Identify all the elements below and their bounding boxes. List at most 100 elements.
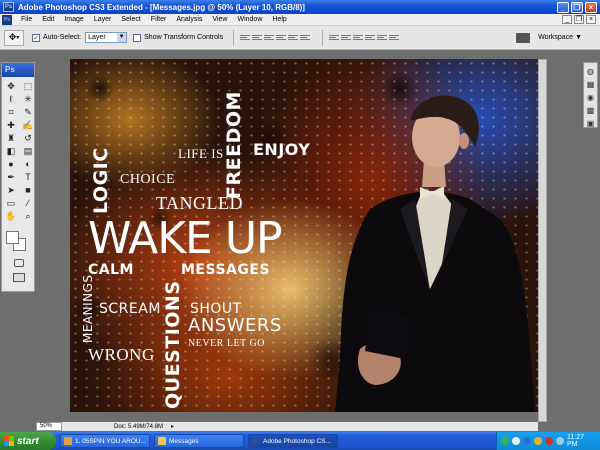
tray-icon-4[interactable] [534,437,542,445]
crop-icon[interactable]: ⌗ [4,106,18,118]
show-transform-checkbox[interactable]: Show Transform Controls [133,33,223,42]
show-transform-box [133,33,142,42]
distribute-buttons [329,33,400,43]
quick-mask-icon[interactable] [14,259,24,267]
doc-close-button[interactable]: × [586,15,596,24]
taskbar-item-label: 1. 05SPIN YOU AROU... [75,437,147,445]
doc-restore-button[interactable]: ❐ [574,15,584,24]
path-select-icon[interactable]: ➤ [4,184,18,196]
distribute-hcenter-icon[interactable] [377,33,388,43]
pen-icon[interactable]: ✒ [4,171,18,183]
tray-icon-1[interactable] [501,437,509,445]
restore-button[interactable]: ❐ [571,1,583,13]
document-window-controls: _ ❐ × [562,15,596,24]
eraser-icon[interactable]: ◧ [4,145,18,157]
taskbar-item-media[interactable]: 1. 05SPIN YOU AROU... [60,434,150,448]
align-right-icon[interactable] [300,33,311,43]
doc-minimize-button[interactable]: _ [562,15,572,24]
menu-layer[interactable]: Layer [89,16,117,23]
auto-select-target-dropdown[interactable]: Layer ▼ [85,32,128,43]
vertical-scrollbar[interactable] [538,59,547,422]
zoom-icon[interactable]: ⌕ [21,210,35,222]
history-brush-icon[interactable]: ↺ [21,132,35,144]
start-button[interactable]: start [0,432,56,450]
brush-icon[interactable]: ✍ [21,119,35,131]
tray-icon-2[interactable] [512,437,520,445]
file-browser-icon[interactable] [516,32,531,43]
lasso-icon[interactable]: ℓ [4,93,18,105]
histogram-icon[interactable]: ▦ [586,80,595,89]
window-title: Adobe Photoshop CS3 Extended - [Messages… [18,2,305,12]
menu-analysis[interactable]: Analysis [171,16,207,23]
align-hcenter-icon[interactable] [288,33,299,43]
workspace-label: Workspace [538,34,574,41]
foreground-color-swatch[interactable] [6,231,19,244]
swatches-icon[interactable]: ▩ [586,106,595,115]
taskbar-item-messages[interactable]: Messages [154,434,244,448]
zoom-level-field[interactable]: 50% [36,422,62,431]
menu-view[interactable]: View [207,16,232,23]
navigator-icon[interactable]: ◍ [586,67,595,76]
windows-logo-icon [4,436,14,446]
hand-icon[interactable]: ✋ [4,210,18,222]
healing-icon[interactable]: ✚ [4,119,18,131]
minimize-button[interactable]: _ [557,1,569,13]
align-left-icon[interactable] [276,33,287,43]
marquee-icon[interactable]: ⬚ [21,80,35,92]
tray-icon-3[interactable] [523,437,531,445]
menu-edit[interactable]: Edit [37,16,59,23]
distribute-right-icon[interactable] [389,33,400,43]
volume-icon[interactable] [556,437,564,445]
menu-window[interactable]: Window [232,16,267,23]
notes-icon[interactable]: ▭ [4,197,18,209]
eyedropper-icon[interactable]: ⁄ [21,197,35,209]
taskbar-clock: 11:27 PM [567,434,584,448]
chevron-down-icon: ▼ [575,34,582,41]
slice-icon[interactable]: ✎ [21,106,35,118]
options-bar: ✥ ▾ ✓ Auto-Select: Layer ▼ Show Transform… [0,26,600,50]
separator [233,29,235,46]
type-icon[interactable]: T [21,171,35,183]
status-menu-arrow-icon[interactable]: ▸ [171,423,174,430]
document-canvas[interactable]: LIFE IS FREEDOM ENJOY LOGIC CHOICE TANGL… [70,59,540,412]
menu-image[interactable]: Image [59,16,88,23]
align-bottom-icon[interactable] [264,33,275,43]
auto-select-check-icon: ✓ [32,33,40,42]
document-icon[interactable]: Ps [2,14,12,25]
taskbar-item-photoshop[interactable]: Adobe Photoshop CS... [248,434,338,448]
align-top-icon[interactable] [240,33,251,43]
folder-icon [158,437,166,445]
stamp-icon[interactable]: ♜ [4,132,18,144]
distribute-bottom-icon[interactable] [353,33,364,43]
tool-preset-picker[interactable]: ✥ ▾ [4,29,24,46]
auto-select-checkbox[interactable]: ✓ Auto-Select: [32,33,81,42]
distribute-left-icon[interactable] [365,33,376,43]
close-button[interactable]: × [585,1,597,13]
portrait-figure [335,95,535,412]
menu-help[interactable]: Help [267,16,291,23]
workspace-menu[interactable]: Workspace ▼ [538,34,582,41]
move-tool-icon: ✥ [8,32,17,42]
menu-select[interactable]: Select [116,16,145,23]
photoshop-logo: Ps [2,63,34,77]
screen-mode-icon[interactable] [13,273,25,282]
dodge-icon[interactable]: ◐ [21,158,35,170]
layers-icon[interactable]: ▣ [586,119,595,128]
color-icon[interactable]: ◉ [586,93,595,102]
taskbar-item-label: Adobe Photoshop CS... [263,437,331,445]
shape-icon[interactable]: ■ [21,184,35,196]
tray-icon-5[interactable] [545,437,553,445]
move-icon[interactable]: ✥ [4,80,18,92]
status-bar: 50% Doc: 5.49M/74.8M ▸ [36,422,538,431]
align-vcenter-icon[interactable] [252,33,263,43]
gradient-icon[interactable]: ▤ [21,145,35,157]
blur-icon[interactable]: ● [4,158,18,170]
distribute-vcenter-icon[interactable] [341,33,352,43]
menu-filter[interactable]: Filter [146,16,172,23]
menu-file[interactable]: File [16,16,37,23]
distribute-top-icon[interactable] [329,33,340,43]
color-swatches [2,229,34,255]
windows-taskbar: start 1. 05SPIN YOU AROU... Messages Ado… [0,432,600,450]
magic-wand-icon[interactable]: ✳ [21,93,35,105]
system-tray: 11:27 PM [496,432,600,450]
